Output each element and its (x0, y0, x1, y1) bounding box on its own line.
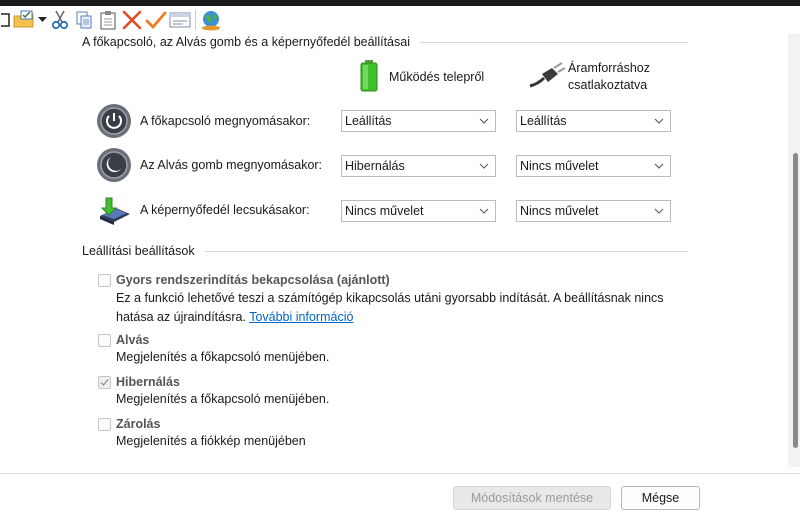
sleep-label: Alvás (116, 333, 150, 347)
plugged-column-label-line2: csatlakoztatva (568, 78, 648, 92)
chevron-down-icon (479, 163, 489, 169)
power-button-label: A főkapcsoló megnyomásakor: (140, 114, 311, 128)
dropdown-arrow-icon[interactable] (36, 8, 48, 32)
hibernate-option[interactable]: Hibernálás (98, 375, 180, 389)
plugged-column-label-line1: Áramforráshoz (568, 61, 650, 75)
more-info-link[interactable]: További információ (249, 310, 353, 324)
power-buttons-group-title: A főkapcsoló, az Alvás gomb és a képerny… (82, 35, 410, 49)
chevron-down-icon (479, 208, 489, 214)
fast-startup-option[interactable]: Gyors rendszerindítás bekapcsolása (aján… (98, 273, 390, 287)
delete-icon[interactable] (120, 8, 144, 32)
fast-startup-label: Gyors rendszerindítás bekapcsolása (aján… (116, 273, 390, 287)
power-buttons-group-header: A főkapcsoló, az Alvás gomb és a képerny… (82, 35, 688, 49)
lid-close-plugged-select[interactable]: Nincs művelet (516, 200, 671, 222)
cancel-button[interactable]: Mégse (621, 486, 700, 510)
chevron-down-icon (479, 118, 489, 124)
lid-close-label: A képernyőfedél lecsukásakor: (140, 203, 310, 217)
sleep-option[interactable]: Alvás (98, 333, 149, 347)
lock-label: Zárolás (116, 417, 161, 431)
fast-startup-desc-line2: hatása az újraindításra. (116, 310, 246, 324)
chevron-down-icon (654, 118, 664, 124)
fast-startup-description: Ez a funkció lehetővé teszi a számítógép… (116, 289, 664, 327)
plug-icon (529, 62, 566, 88)
select-value: Nincs művelet (520, 159, 599, 173)
copy-icon[interactable] (72, 8, 96, 32)
hibernate-checkbox[interactable] (98, 375, 111, 389)
power-button-icon (97, 104, 131, 138)
shutdown-group-header: Leállítási beállítások (82, 244, 688, 258)
paste-icon[interactable] (96, 8, 120, 32)
card-icon[interactable] (168, 8, 192, 32)
fast-startup-checkbox[interactable] (98, 273, 111, 287)
footer-divider (0, 473, 800, 474)
sleep-button-icon (97, 148, 131, 182)
window-icon[interactable] (0, 8, 12, 32)
lock-description: Megjelenítés a fiókkép menüjében (116, 434, 306, 448)
sleep-button-label: Az Alvás gomb megnyomásakor: (140, 158, 323, 172)
save-changes-button[interactable]: Módosítások mentése (453, 486, 611, 510)
plugged-column-header: Áramforráshoz csatlakoztatva (528, 60, 650, 94)
folder-checklist-icon[interactable] (12, 8, 36, 32)
sleep-button-row: Az Alvás gomb megnyomásakor: (96, 147, 322, 183)
select-value: Nincs művelet (345, 204, 424, 218)
chevron-down-icon (654, 208, 664, 214)
chevron-down-icon (654, 163, 664, 169)
power-button-row: A főkapcsoló megnyomásakor: (96, 103, 310, 139)
power-button-battery-select[interactable]: Leállítás (341, 110, 496, 132)
lid-close-battery-select[interactable]: Nincs művelet (341, 200, 496, 222)
battery-column-header: Működés telepről (357, 60, 484, 92)
battery-column-label: Működés telepről (389, 70, 485, 84)
hibernate-description: Megjelenítés a főkapcsoló menüjében. (116, 392, 330, 406)
group-divider (204, 250, 688, 252)
lid-close-row: A képernyőfedél lecsukásakor: (96, 192, 310, 228)
select-value: Leállítás (520, 114, 567, 128)
toolbar-separator (195, 10, 196, 30)
power-button-plugged-select[interactable]: Leállítás (516, 110, 671, 132)
sleep-button-battery-select[interactable]: Hibernálás (341, 155, 496, 177)
laptop-lid-icon (100, 197, 130, 225)
globe-icon[interactable] (199, 8, 223, 32)
fast-startup-desc-line1: Ez a funkció lehetővé teszi a számítógép… (116, 291, 664, 305)
lock-checkbox[interactable] (98, 417, 111, 431)
sleep-button-plugged-select[interactable]: Nincs művelet (516, 155, 671, 177)
select-value: Nincs művelet (520, 204, 599, 218)
group-divider (419, 41, 688, 43)
checkmark-icon (100, 378, 109, 386)
lock-option[interactable]: Zárolás (98, 417, 160, 431)
scrollbar-thumb[interactable] (793, 153, 798, 448)
shutdown-group-title: Leállítási beállítások (82, 244, 195, 258)
select-value: Leállítás (345, 114, 392, 128)
hibernate-label: Hibernálás (116, 375, 180, 389)
toolbar (0, 6, 800, 34)
checkmark-icon[interactable] (144, 8, 168, 32)
select-value: Hibernálás (345, 159, 405, 173)
cut-icon[interactable] (48, 8, 72, 32)
sleep-description: Megjelenítés a főkapcsoló menüjében. (116, 350, 330, 364)
battery-icon (360, 60, 378, 92)
sleep-checkbox[interactable] (98, 333, 111, 347)
